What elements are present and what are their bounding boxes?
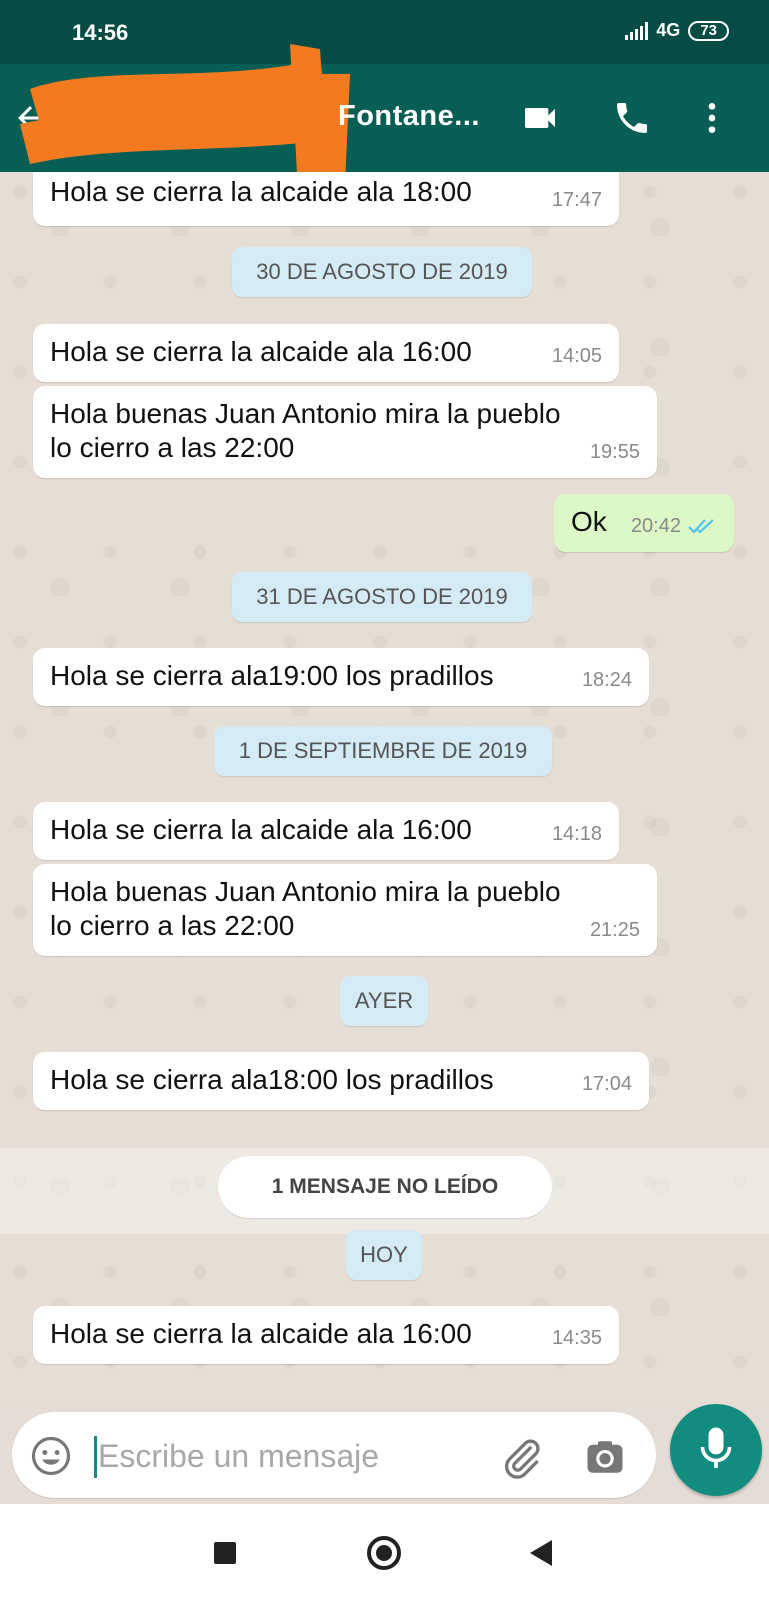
- message-input[interactable]: Escribe un mensaje: [12, 1412, 656, 1498]
- composer-bar: Escribe un mensaje: [0, 1404, 769, 1504]
- message-text: Hola se cierra ala18:00 los pradillos: [50, 1064, 494, 1095]
- message-time: 19:55: [589, 441, 640, 463]
- contact-name[interactable]: Fontane...: [338, 100, 480, 133]
- status-time: 14:56: [72, 20, 129, 45]
- video-call-icon[interactable]: [520, 98, 560, 138]
- status-right: 4G 73: [625, 20, 729, 41]
- message-time: 14:18: [551, 823, 602, 845]
- message-incoming[interactable]: Hola se cierra la alcaide ala 18:00 17:4…: [33, 172, 619, 226]
- message-time: 20:42: [630, 515, 681, 537]
- message-meta: 20:42: [631, 508, 717, 544]
- more-vert-icon[interactable]: [692, 98, 732, 138]
- network-type: 4G: [656, 20, 681, 40]
- message-text-line: Hola buenas Juan Antonio mira la pueblo: [50, 876, 561, 907]
- emoji-icon[interactable]: [30, 1435, 72, 1477]
- message-incoming[interactable]: Hola se cierra ala19:00 los pradillos 18…: [33, 648, 649, 706]
- message-text: Hola se cierra la alcaide ala 16:00: [50, 336, 472, 367]
- message-time: 14:35: [551, 1327, 602, 1349]
- message-text-line: lo cierro a las 22:00: [50, 432, 295, 463]
- message-text: Ok: [571, 506, 607, 537]
- message-text: Hola se cierra ala19:00 los pradillos: [50, 660, 494, 691]
- message-placeholder: Escribe un mensaje: [98, 1438, 380, 1474]
- attach-icon[interactable]: [500, 1436, 544, 1480]
- date-separator: 31 DE AGOSTO DE 2019: [232, 572, 532, 622]
- message-time: 18:24: [581, 669, 632, 691]
- date-separator: AYER: [340, 976, 428, 1026]
- message-incoming[interactable]: Hola se cierra la alcaide ala 16:00 14:1…: [33, 802, 619, 860]
- message-text: Hola se cierra la alcaide ala 18:00: [50, 176, 472, 207]
- home-button[interactable]: [367, 1536, 401, 1570]
- system-nav-bar: [0, 1504, 769, 1600]
- message-text-line: lo cierro a las 22:00: [50, 910, 295, 941]
- date-separator: HOY: [346, 1230, 422, 1280]
- mic-icon: [700, 1427, 732, 1468]
- recents-button[interactable]: [214, 1542, 236, 1564]
- message-incoming[interactable]: Hola se cierra ala18:00 los pradillos 17…: [33, 1052, 649, 1110]
- message-incoming[interactable]: Hola buenas Juan Antonio mira la pueblo …: [33, 386, 657, 478]
- message-incoming[interactable]: Hola buenas Juan Antonio mira la pueblo …: [33, 864, 657, 956]
- message-text-line: Hola buenas Juan Antonio mira la pueblo: [50, 398, 561, 429]
- battery-indicator: 73: [688, 20, 729, 41]
- back-button[interactable]: [530, 1540, 552, 1566]
- message-incoming[interactable]: Hola se cierra la alcaide ala 16:00 14:3…: [33, 1306, 619, 1364]
- date-separator: 30 DE AGOSTO DE 2019: [232, 247, 532, 297]
- phone-icon[interactable]: [612, 98, 652, 138]
- signal-icon: [625, 21, 649, 40]
- message-incoming[interactable]: Hola se cierra la alcaide ala 16:00 14:0…: [33, 324, 619, 382]
- message-time: 14:05: [551, 345, 602, 367]
- message-text: Hola se cierra la alcaide ala 16:00: [50, 814, 472, 845]
- chat-area[interactable]: Hola se cierra la alcaide ala 18:00 17:4…: [0, 172, 769, 1404]
- date-separator: 1 DE SEPTIEMBRE DE 2019: [214, 726, 552, 776]
- chat-header: Fontane...: [0, 44, 769, 194]
- message-outgoing[interactable]: Ok 20:42: [554, 494, 734, 552]
- camera-icon[interactable]: [584, 1436, 626, 1478]
- unread-messages-banner: 1 MENSAJE NO LEÍDO: [218, 1156, 552, 1218]
- double-check-icon: [688, 519, 714, 534]
- message-time: 17:47: [551, 189, 602, 211]
- mic-button[interactable]: [670, 1404, 762, 1496]
- message-text: Hola se cierra la alcaide ala 16:00: [50, 1318, 472, 1349]
- text-cursor: [94, 1436, 97, 1478]
- message-time: 17:04: [581, 1073, 632, 1095]
- message-time: 21:25: [589, 919, 640, 941]
